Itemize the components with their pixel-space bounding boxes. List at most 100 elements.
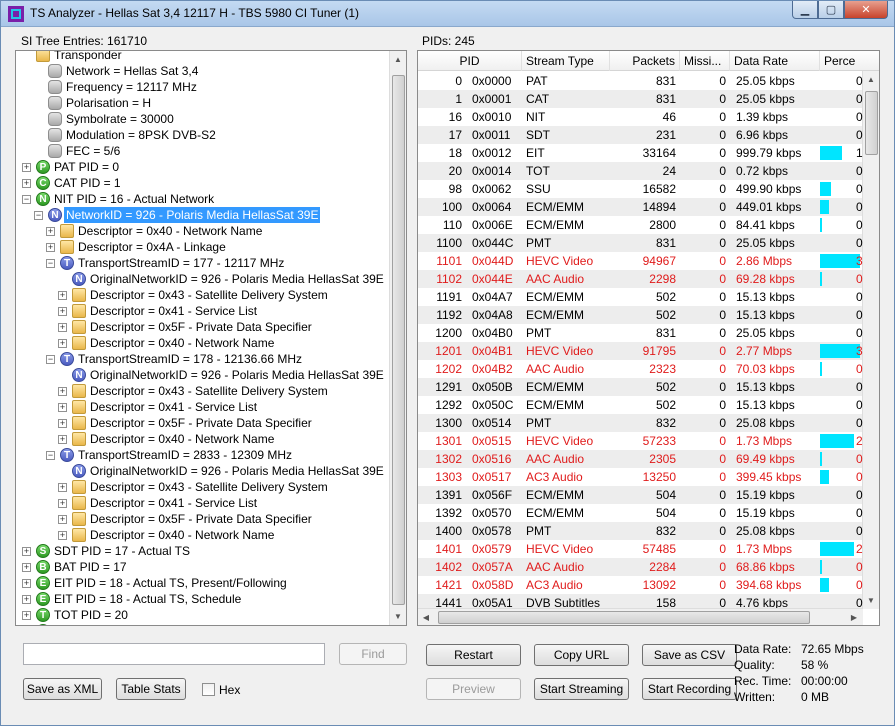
expand-icon[interactable]: + [22, 611, 31, 620]
table-row[interactable]: 17 0x0011 SDT 231 0 6.96 kbps 0 [418, 126, 863, 144]
table-row[interactable]: 1303 0x0517 AC3 Audio 13250 0 399.45 kbps 0 [418, 468, 863, 486]
table-scroll-thumb[interactable] [865, 91, 878, 155]
start-streaming-button[interactable]: Start Streaming [534, 678, 629, 700]
expand-icon[interactable]: + [22, 163, 31, 172]
expand-icon[interactable]: + [22, 179, 31, 188]
expand-icon[interactable]: + [58, 307, 67, 316]
table-row[interactable]: 1102 0x044E AAC Audio 2298 0 69.28 kbps 0 [418, 270, 863, 288]
expand-icon[interactable]: + [46, 227, 55, 236]
tree-node[interactable]: + Descriptor = 0x40 - Network Name [16, 431, 391, 447]
table-row[interactable]: 1100 0x044C PMT 831 0 25.05 kbps 0 [418, 234, 863, 252]
tree-node[interactable]: − T TransportStreamID = 177 - 12117 MHz [16, 255, 391, 271]
scroll-down-arrow-icon[interactable]: ▼ [390, 608, 406, 625]
tree-vertical-scrollbar[interactable]: ▲ ▼ [389, 51, 406, 625]
table-row[interactable]: 20 0x0014 TOT 24 0 0.72 kbps 0 [418, 162, 863, 180]
table-row[interactable]: 1202 0x04B2 AAC Audio 2323 0 70.03 kbps 0 [418, 360, 863, 378]
collapse-icon[interactable]: − [34, 211, 43, 220]
table-row[interactable]: 0 0x0000 PAT 831 0 25.05 kbps 0 [418, 72, 863, 90]
expand-icon[interactable]: + [58, 483, 67, 492]
title-bar[interactable]: TS Analyzer - Hellas Sat 3,4 12117 H - T… [1, 1, 894, 27]
tree-node[interactable]: + Descriptor = 0x5F - Private Data Specif… [16, 511, 391, 527]
table-row[interactable]: 1401 0x0579 HEVC Video 57485 0 1.73 Mbps 2 [418, 540, 863, 558]
expand-icon[interactable]: + [58, 499, 67, 508]
expand-icon[interactable]: + [58, 403, 67, 412]
tree-node[interactable]: N OriginalNetworkID = 926 - Polaris Media… [16, 463, 391, 479]
table-row[interactable]: 16 0x0010 NIT 46 0 1.39 kbps 0 [418, 108, 863, 126]
save-as-xml-button[interactable]: Save as XML [23, 678, 102, 700]
table-row[interactable]: 1192 0x04A8 ECM/EMM 502 0 15.13 kbps 0 [418, 306, 863, 324]
table-scroll-up-icon[interactable]: ▲ [863, 71, 879, 88]
tree-node[interactable]: + Descriptor = 0x40 - Network Name [16, 335, 391, 351]
table-hscroll-thumb[interactable] [438, 611, 810, 624]
tree-node[interactable]: N OriginalNetworkID = 926 - Polaris Media… [16, 271, 391, 287]
tree-node[interactable]: + B BAT PID = 17 [16, 559, 391, 575]
tree-node[interactable]: Polarisation = H [16, 95, 391, 111]
tree-node[interactable]: + E EIT PID = 18 - Actual TS, Schedule [16, 591, 391, 607]
tree-node[interactable]: + P PAT PID = 0 [16, 159, 391, 175]
table-row[interactable]: 1391 0x056F ECM/EMM 504 0 15.19 kbps 0 [418, 486, 863, 504]
collapse-icon[interactable]: − [46, 259, 55, 268]
copy-url-button[interactable]: Copy URL [534, 644, 629, 666]
table-row[interactable]: 98 0x0062 SSU 16582 0 499.90 kbps 0 [418, 180, 863, 198]
table-row[interactable]: 1101 0x044D HEVC Video 94967 0 2.86 Mbps 3 [418, 252, 863, 270]
tree-node[interactable]: + Descriptor = 0x43 - Satellite Delivery … [16, 287, 391, 303]
expand-icon[interactable]: + [58, 291, 67, 300]
pid-table[interactable]: PID Stream Type Packets Missi... Data Ra… [417, 50, 880, 626]
table-row[interactable]: 1400 0x0578 PMT 832 0 25.08 kbps 0 [418, 522, 863, 540]
table-row[interactable]: 1300 0x0514 PMT 832 0 25.08 kbps 0 [418, 414, 863, 432]
column-header-data-rate[interactable]: Data Rate [730, 51, 820, 71]
column-header-missing[interactable]: Missi... [680, 51, 730, 71]
tree-node[interactable]: + Descriptor = 0x4A - Linkage [16, 239, 391, 255]
column-header-pid[interactable]: PID [418, 51, 522, 71]
tree-node[interactable]: + T TOT PID = 20 [16, 607, 391, 623]
find-button[interactable]: Find [339, 643, 407, 665]
tree-node[interactable]: − N NetworkID = 926 - Polaris Media Hellas… [16, 207, 391, 223]
table-row[interactable]: 1302 0x0516 AAC Audio 2305 0 69.49 kbps 0 [418, 450, 863, 468]
minimize-button[interactable]: ▁ [792, 1, 818, 19]
table-row[interactable]: 1421 0x058D AC3 Audio 13092 0 394.68 kbps 0 [418, 576, 863, 594]
table-row[interactable]: 110 0x006E ECM/EMM 2800 0 84.41 kbps 0 [418, 216, 863, 234]
save-as-csv-button[interactable]: Save as CSV [642, 644, 737, 666]
table-row[interactable]: 1402 0x057A AAC Audio 2284 0 68.86 kbps 0 [418, 558, 863, 576]
table-row[interactable]: 1292 0x050C ECM/EMM 502 0 15.13 kbps 0 [418, 396, 863, 414]
table-row[interactable]: 18 0x0012 EIT 33164 0 999.79 kbps 1 [418, 144, 863, 162]
restart-button[interactable]: Restart [426, 644, 521, 666]
tree-node[interactable]: Modulation = 8PSK DVB-S2 [16, 127, 391, 143]
tree-node[interactable]: + Descriptor = 0x41 - Service List [16, 399, 391, 415]
column-header-packets[interactable]: Packets [610, 51, 680, 71]
tree-node[interactable]: + E EIT PID = 18 - Actual TS, Present/Foll… [16, 575, 391, 591]
expand-icon[interactable]: + [58, 339, 67, 348]
expand-icon[interactable]: + [22, 579, 31, 588]
expand-icon[interactable]: + [22, 547, 31, 556]
tree-node[interactable]: Network = Hellas Sat 3,4 [16, 63, 391, 79]
tree-node[interactable]: − N NIT PID = 16 - Actual Network [16, 191, 391, 207]
table-row[interactable]: 1201 0x04B1 HEVC Video 91795 0 2.77 Mbps 3 [418, 342, 863, 360]
tree-node[interactable]: + S SDT PID = 17 - Actual TS [16, 543, 391, 559]
column-header-stream-type[interactable]: Stream Type [522, 51, 610, 71]
table-horizontal-scrollbar[interactable]: ◀ ▶ [418, 608, 863, 625]
table-vertical-scrollbar[interactable]: ▲ ▼ [862, 71, 879, 609]
tree-scroll-thumb[interactable] [392, 75, 405, 605]
tree-node[interactable]: + C CAT PID = 1 [16, 175, 391, 191]
close-button[interactable]: ✕ [844, 1, 888, 19]
tree-node[interactable]: + Descriptor = 0x5F - Private Data Specif… [16, 415, 391, 431]
expand-icon[interactable]: + [58, 419, 67, 428]
scroll-up-arrow-icon[interactable]: ▲ [390, 51, 406, 68]
collapse-icon[interactable]: − [22, 195, 31, 204]
expand-icon[interactable]: + [22, 563, 31, 572]
tree-node[interactable]: + Descriptor = 0x41 - Service List [16, 495, 391, 511]
table-stats-button[interactable]: Table Stats [116, 678, 186, 700]
expand-icon[interactable]: + [58, 515, 67, 524]
search-input[interactable] [23, 643, 325, 665]
preview-button[interactable]: Preview [426, 678, 521, 700]
table-row[interactable]: 1301 0x0515 HEVC Video 57233 0 1.73 Mbps 2 [418, 432, 863, 450]
tree-node[interactable]: + Descriptor = 0x40 - Network Name [16, 223, 391, 239]
tree-node[interactable]: Symbolrate = 30000 [16, 111, 391, 127]
tree-node[interactable]: + Descriptor = 0x43 - Satellite Delivery … [16, 479, 391, 495]
collapse-icon[interactable]: − [46, 355, 55, 364]
tree-node[interactable]: + Descriptor = 0x41 - Service List [16, 303, 391, 319]
expand-icon[interactable]: + [58, 435, 67, 444]
tree-node[interactable]: + Descriptor = 0x40 - Network Name [16, 527, 391, 543]
hex-checkbox[interactable] [202, 683, 215, 696]
tree-node[interactable]: N OriginalNetworkID = 926 - Polaris Media… [16, 367, 391, 383]
